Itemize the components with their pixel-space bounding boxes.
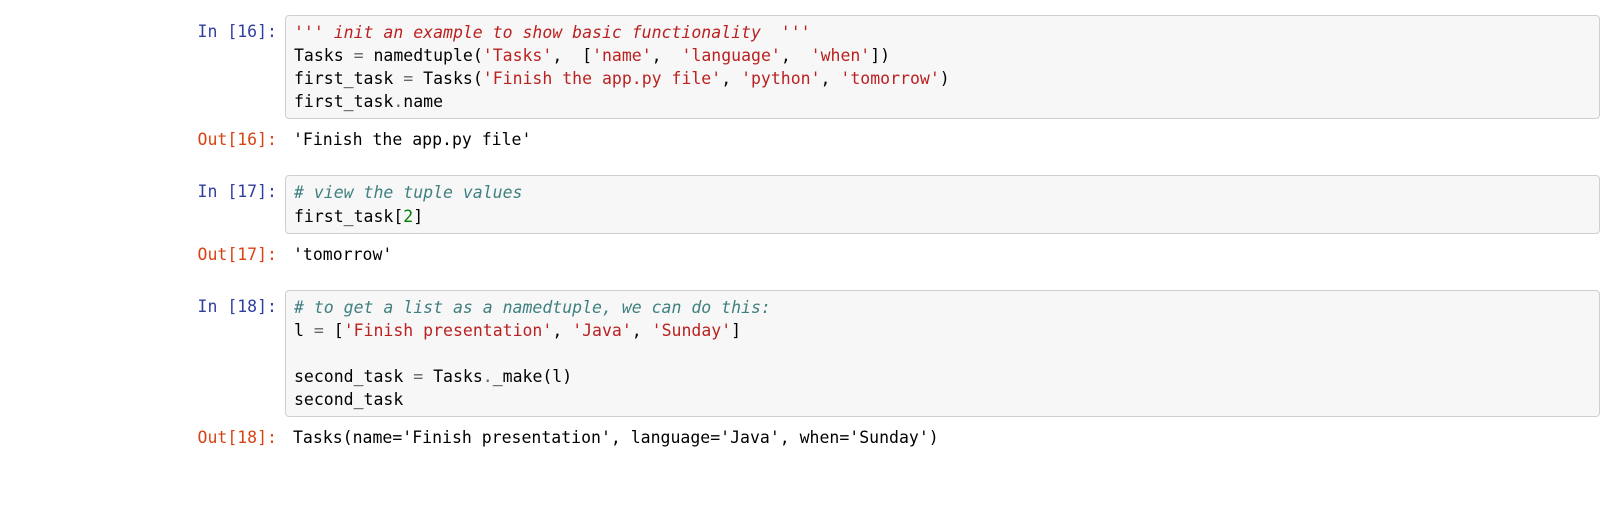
- input-prompt-label: In [16]:: [0, 15, 285, 119]
- input-cell-17: In [17]: # view the tuple values first_t…: [0, 175, 1610, 233]
- code-input-area[interactable]: # to get a list as a namedtuple, we can …: [285, 290, 1600, 417]
- output-cell-17: Out[17]: 'tomorrow': [0, 238, 1610, 271]
- output-text: 'Finish the app.py file': [293, 128, 1592, 151]
- code-text: ''' init an example to show basic functi…: [294, 21, 1591, 113]
- output-text: 'tomorrow': [293, 243, 1592, 266]
- cell-spacer: [0, 275, 1610, 290]
- code-output-area: 'Finish the app.py file': [285, 123, 1600, 156]
- output-text: Tasks(name='Finish presentation', langua…: [293, 426, 1592, 449]
- output-cell-16: Out[16]: 'Finish the app.py file': [0, 123, 1610, 156]
- code-text: # view the tuple values first_task[2]: [294, 181, 1591, 227]
- code-output-area: Tasks(name='Finish presentation', langua…: [285, 421, 1600, 454]
- output-prompt-label: Out[16]:: [0, 123, 285, 156]
- input-prompt-label: In [17]:: [0, 175, 285, 233]
- output-cell-18: Out[18]: Tasks(name='Finish presentation…: [0, 421, 1610, 454]
- code-input-area[interactable]: # view the tuple values first_task[2]: [285, 175, 1600, 233]
- code-text: # to get a list as a namedtuple, we can …: [294, 296, 1591, 411]
- output-prompt-label: Out[17]:: [0, 238, 285, 271]
- input-cell-16: In [16]: ''' init an example to show bas…: [0, 15, 1610, 119]
- cell-spacer: [0, 160, 1610, 175]
- output-prompt-label: Out[18]:: [0, 421, 285, 454]
- input-prompt-label: In [18]:: [0, 290, 285, 417]
- input-cell-18: In [18]: # to get a list as a namedtuple…: [0, 290, 1610, 417]
- code-input-area[interactable]: ''' init an example to show basic functi…: [285, 15, 1600, 119]
- code-output-area: 'tomorrow': [285, 238, 1600, 271]
